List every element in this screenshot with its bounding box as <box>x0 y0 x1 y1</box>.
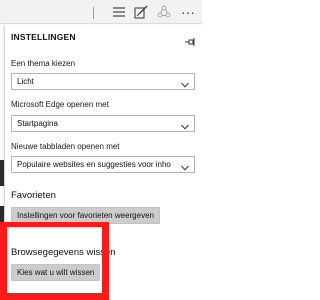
pin-icon[interactable] <box>185 33 195 46</box>
new-tabs-label: Nieuwe tabbladen openen met <box>11 142 120 151</box>
browser-toolbar: ··· <box>0 0 202 24</box>
red-highlight-frame <box>0 222 109 300</box>
edge-window: ··· INSTELLINGEN Een thema kiezen Licht … <box>0 0 202 300</box>
more-icon[interactable]: ··· <box>180 4 196 20</box>
chevron-down-icon <box>181 161 189 171</box>
toolbar-divider <box>93 7 94 19</box>
new-tabs-select[interactable]: Populaire websites en suggesties voor in… <box>11 156 195 173</box>
new-tabs-select-value: Populaire websites en suggesties voor in… <box>17 160 171 169</box>
share-icon[interactable] <box>156 4 172 20</box>
theme-select[interactable]: Licht <box>11 73 195 90</box>
web-note-icon[interactable] <box>133 4 149 20</box>
favorites-heading: Favorieten <box>11 190 56 201</box>
theme-label: Een thema kiezen <box>11 59 76 68</box>
open-with-select[interactable]: Startpagina <box>11 115 195 132</box>
open-with-select-value: Startpagina <box>17 119 58 128</box>
chevron-down-icon <box>181 78 189 88</box>
hub-icon[interactable] <box>111 4 127 20</box>
theme-select-value: Licht <box>17 77 34 86</box>
open-with-label: Microsoft Edge openen met <box>11 100 109 109</box>
chevron-down-icon <box>181 120 189 130</box>
panel-title: INSTELLINGEN <box>11 32 76 42</box>
